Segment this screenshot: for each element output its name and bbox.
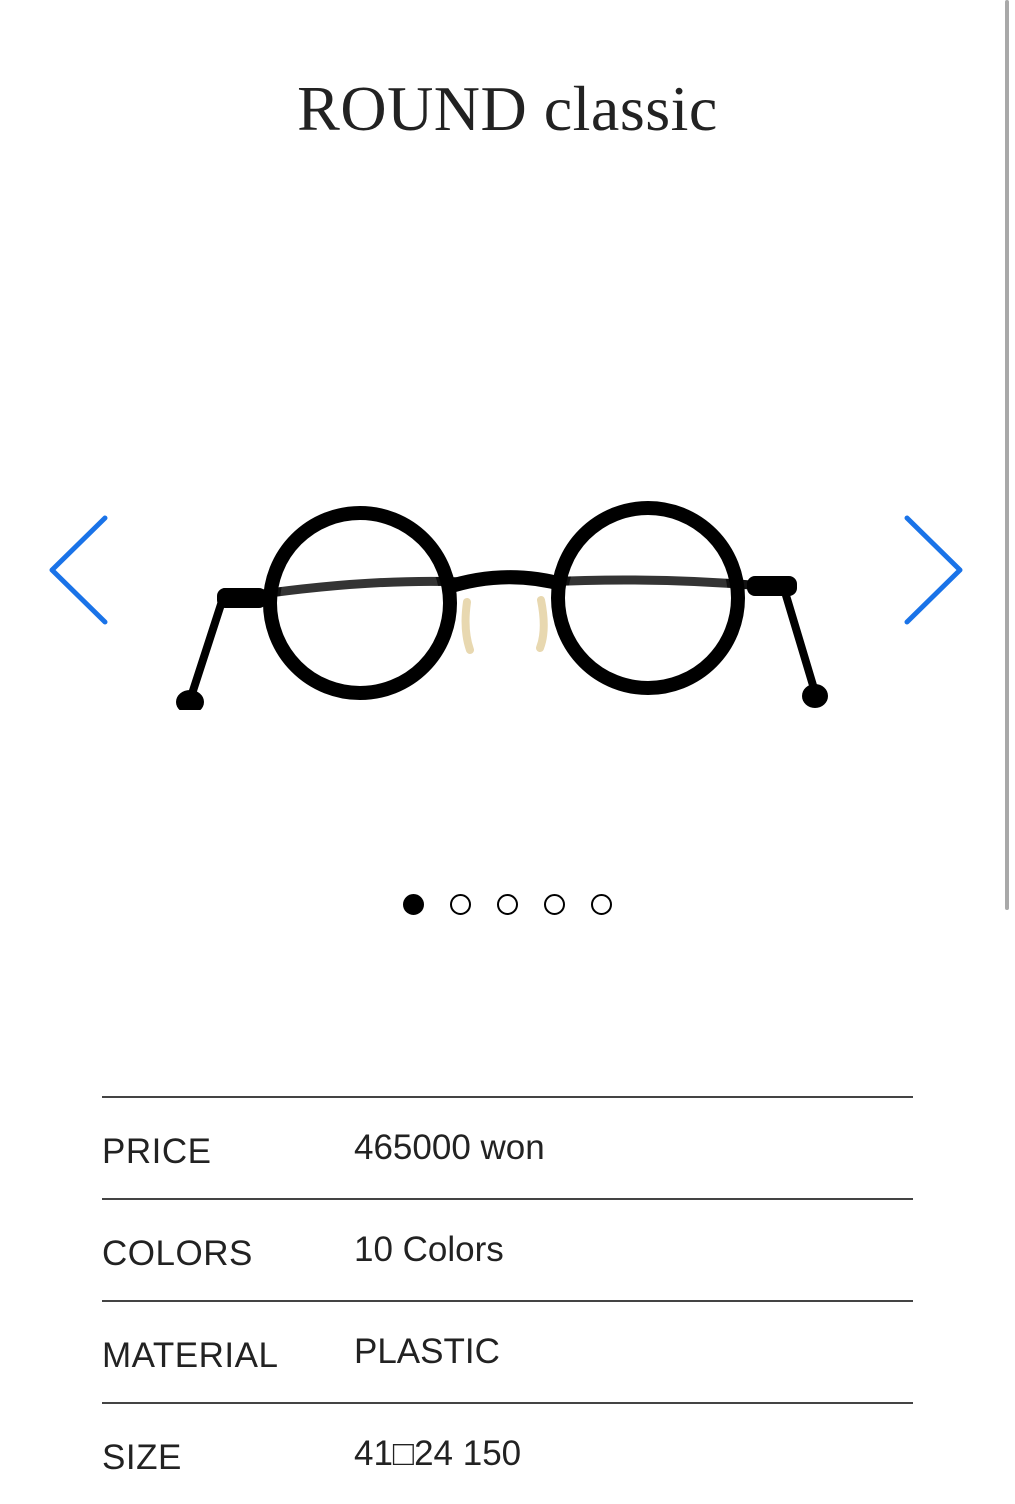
next-slide-button[interactable] [895, 510, 965, 630]
image-carousel [0, 440, 1015, 720]
spec-row-colors: COLORS 10 Colors [102, 1198, 913, 1300]
spec-label: COLORS [102, 1234, 253, 1273]
spec-table: PRICE 465000 won COLORS 10 Colors MATERI… [102, 1096, 913, 1504]
pagination-dot-4[interactable] [544, 894, 565, 915]
pagination-dot-2[interactable] [450, 894, 471, 915]
chevron-left-icon [49, 515, 108, 625]
pagination-dot-1[interactable] [403, 894, 424, 915]
carousel-pagination [0, 894, 1015, 915]
spec-value: 10 Colors [354, 1230, 504, 1269]
spec-value: 465000 won [354, 1128, 545, 1167]
spec-value: PLASTIC [354, 1332, 500, 1371]
prev-slide-button[interactable] [40, 510, 110, 630]
spec-label: SIZE [102, 1438, 182, 1477]
pagination-dot-5[interactable] [591, 894, 612, 915]
pagination-dot-3[interactable] [497, 894, 518, 915]
product-title: ROUND classic [297, 73, 718, 144]
spec-row-price: PRICE 465000 won [102, 1096, 913, 1198]
chevron-right-icon [904, 515, 963, 625]
spec-value: 41□24 150 [354, 1434, 522, 1473]
spec-label: MATERIAL [102, 1336, 279, 1375]
spec-row-material: MATERIAL PLASTIC [102, 1300, 913, 1402]
spec-row-size: SIZE 41□24 150 [102, 1402, 913, 1504]
spec-label: PRICE [102, 1132, 212, 1171]
product-image-glasses [176, 501, 828, 710]
